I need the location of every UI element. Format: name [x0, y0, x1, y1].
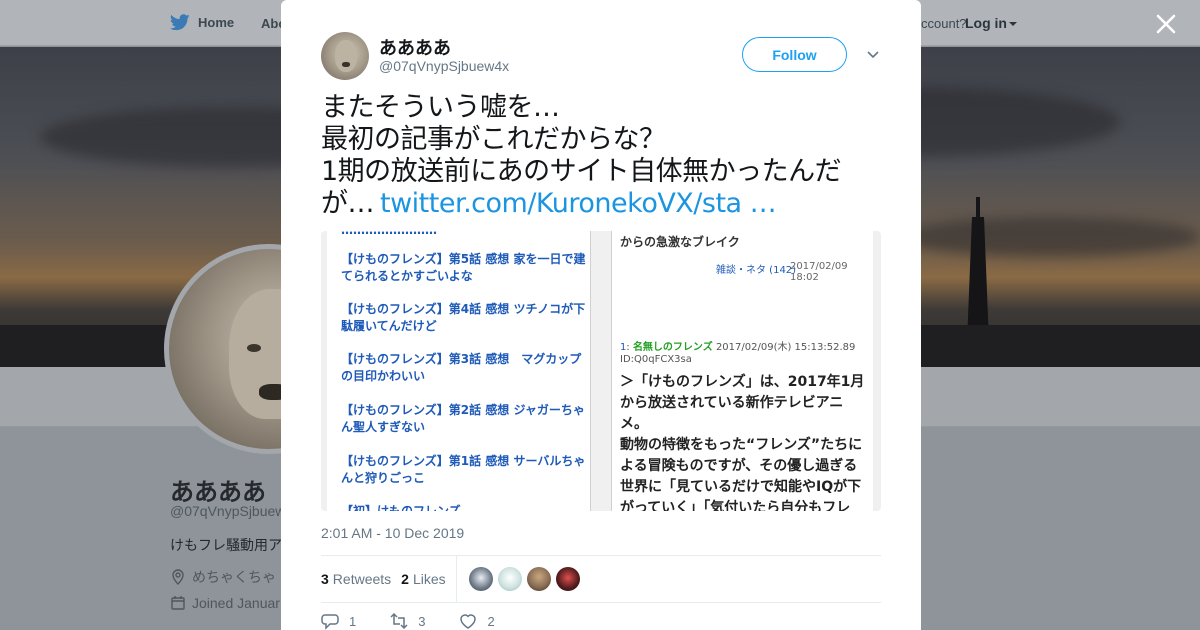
tweet-timestamp[interactable]: 2:01 AM - 10 Dec 2019: [321, 525, 464, 541]
reply-count: 1: [349, 613, 357, 629]
tweet-author-handle[interactable]: @07qVnypSjbuew4x: [379, 58, 509, 74]
profile-location-text: めちゃくちゃ: [192, 569, 276, 585]
like-button[interactable]: 2: [459, 612, 495, 630]
close-icon: [1156, 14, 1176, 34]
article-title-fragment: からの急激なブレイク: [620, 235, 740, 249]
article-link: 【けものフレンズ】第1話 感想 サーバルちゃんと狩りごっこ: [341, 454, 586, 485]
twitter-bird-icon: [170, 14, 190, 31]
article-category: 雑談・ネタ (142): [716, 265, 797, 276]
profile-joined-text: Joined Januar: [192, 595, 280, 611]
tweet-attached-image[interactable]: …………………… 【けものフレンズ】第5話 感想 家を一日で建てられるとかすごい…: [321, 231, 881, 511]
liker-avatar[interactable]: [555, 567, 580, 591]
article-list-column: …………………… 【けものフレンズ】第5話 感想 家を一日で建てられるとかすごい…: [327, 231, 591, 511]
retweet-button[interactable]: 3: [390, 612, 425, 630]
chevron-down-icon: [1009, 22, 1017, 30]
article-date: 2017/02/09 18:02: [790, 261, 848, 283]
article-link: 【けものフレンズ】第2話 感想 ジャガーちゃん聖人すぎない: [341, 403, 585, 434]
post-header: 1: 名無しのフレンズ 2017/02/09(木) 15:13:52.89: [620, 342, 856, 353]
retweet-icon: [390, 612, 408, 630]
article-link-cut: ……………………: [341, 231, 587, 239]
tweet-text-line: またそういう嘘を…: [321, 92, 560, 123]
chevron-down-icon[interactable]: [865, 46, 881, 62]
nav-home-label: Home: [198, 15, 235, 30]
profile-bio: けもフレ騒動用ア: [170, 537, 282, 553]
login-button[interactable]: Log in: [965, 15, 1017, 31]
tweet-author-name[interactable]: ああああ: [379, 34, 451, 60]
tweet-text: またそういう嘘を… 最初の記事がこれだからな？ 1期の放送前にあのサイト自体無か…: [321, 92, 881, 220]
retweet-count: 3: [418, 613, 426, 629]
retweets-stat[interactable]: 3 Retweets: [321, 571, 391, 587]
reply-button[interactable]: 1: [321, 612, 356, 630]
liker-avatar[interactable]: [468, 567, 493, 591]
likes-label: Likes: [412, 571, 446, 587]
follow-button[interactable]: Follow: [742, 37, 847, 72]
retweets-count: 3: [321, 571, 329, 587]
article-link: 【けものフレンズ】第5話 感想 家を一日で建てられるとかすごいよな: [341, 252, 586, 283]
reply-icon: [321, 614, 339, 630]
likes-count: 2: [401, 571, 409, 587]
like-count: 2: [487, 613, 495, 629]
divider: [455, 556, 457, 602]
tweet-quote-link[interactable]: twitter.com/KuronekoVX/sta …: [380, 188, 777, 219]
likes-stat[interactable]: 2 Likes: [401, 571, 445, 587]
calendar-icon: [171, 596, 185, 610]
post-body: ＞「けものフレンズ」は、2017年1月から放送されている新作テレビアニメ。 動物…: [620, 374, 865, 511]
nav-home-link[interactable]: Home: [170, 14, 234, 31]
liker-avatar[interactable]: [526, 567, 551, 591]
close-button[interactable]: [1152, 10, 1180, 38]
poster-name: 名無しのフレンズ: [632, 342, 713, 353]
post-number: 1: [620, 342, 627, 353]
login-label: Log in: [965, 15, 1007, 31]
tweet-actions: 1 3 2: [321, 612, 529, 630]
article-link: 【けものフレンズ】第4話 感想 ツチノコが下駄履いてんだけど: [341, 302, 586, 333]
tweet-author-avatar[interactable]: [321, 32, 369, 80]
post-datetime: 2017/02/09(木) 15:13:52.89: [715, 342, 856, 353]
tweet-text-line: 1期の放送前にあのサイト自体無かったんだ: [321, 156, 842, 187]
retweets-label: Retweets: [332, 571, 392, 587]
nav-account-text: ccount?: [921, 16, 967, 31]
post-id: ID:Q0qFCX3sa: [620, 354, 692, 365]
tweet-text-line: 最初の記事がこれだからな？: [321, 124, 666, 155]
divider: [321, 602, 881, 603]
article-link-cut: 【初】けものフレンズ: [341, 504, 461, 511]
tweet-modal: ああああ @07qVnypSjbuew4x Follow またそういう嘘を… 最…: [281, 0, 921, 630]
tweet-stats: 3 Retweets 2 Likes: [321, 556, 881, 602]
profile-name: ああああ: [170, 479, 266, 506]
forum-post-column: からの急激なブレイク 雑談・ネタ (142) 2017/02/09 18:02 …: [611, 231, 873, 511]
liker-avatars: [468, 567, 580, 591]
liker-avatar[interactable]: [497, 567, 522, 591]
tweet-text-line: が…: [321, 188, 375, 219]
location-pin-icon: [172, 569, 184, 585]
heart-icon: [460, 614, 477, 629]
profile-handle: @07qVnypSjbuew: [170, 503, 286, 519]
profile-location: めちゃくちゃ: [170, 567, 276, 587]
article-link: 【けものフレンズ】第3話 感想 マグカップの目印かわいい: [341, 352, 582, 383]
profile-joined: Joined Januar: [170, 595, 280, 611]
